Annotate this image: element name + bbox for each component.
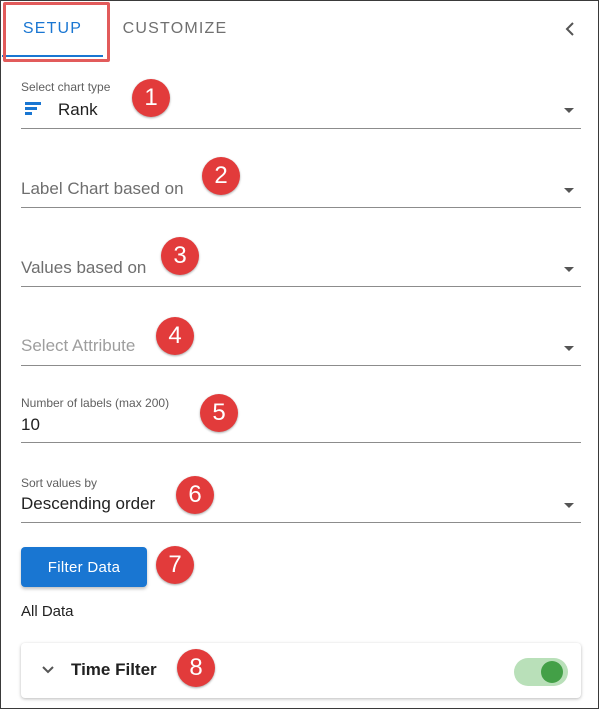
- active-tab-indicator: [2, 55, 103, 57]
- attribute-placeholder: Select Attribute: [21, 336, 136, 355]
- all-data-text: All Data: [21, 603, 74, 620]
- values-based-placeholder: Values based on: [21, 258, 147, 277]
- filter-data-label: Filter Data: [47, 558, 121, 576]
- step-badge-1: 1: [132, 79, 170, 117]
- number-of-labels-input[interactable]: Number of labels (max 200) 10: [21, 393, 581, 443]
- chevron-down-icon: [564, 346, 574, 351]
- filter-data-button[interactable]: Filter Data: [21, 547, 147, 587]
- step-badge-4: 4: [156, 317, 194, 355]
- time-filter-toggle[interactable]: [514, 657, 568, 687]
- chart-type-label: Select chart type: [21, 80, 111, 94]
- step-badge-3: 3: [161, 237, 199, 275]
- tab-customize-label: CUSTOMIZE: [122, 20, 228, 37]
- sort-values-label: Sort values by: [21, 476, 98, 490]
- collapse-panel-button[interactable]: [559, 16, 581, 42]
- chevron-down-icon[interactable]: [39, 661, 57, 679]
- chevron-down-icon: [564, 108, 574, 113]
- values-based-select[interactable]: Values based on: [21, 241, 581, 287]
- number-of-labels-label: Number of labels (max 200): [21, 396, 170, 410]
- label-chart-select[interactable]: Label Chart based on: [21, 161, 581, 208]
- chart-type-select[interactable]: Select chart type Rank: [21, 77, 581, 129]
- chevron-down-icon: [564, 267, 574, 272]
- tab-customize[interactable]: CUSTOMIZE: [113, 1, 237, 57]
- chart-type-value: Rank: [58, 100, 98, 119]
- sort-values-select[interactable]: Sort values by Descending order: [21, 473, 581, 523]
- time-filter-title: Time Filter: [71, 660, 157, 679]
- sort-values-value: Descending order: [21, 494, 156, 513]
- label-chart-placeholder: Label Chart based on: [21, 179, 184, 198]
- rank-bars-icon: [25, 102, 41, 115]
- chevron-down-icon: [564, 503, 574, 508]
- toggle-knob: [541, 661, 563, 683]
- tab-setup-label: SETUP: [22, 20, 83, 37]
- attribute-select[interactable]: Select Attribute: [21, 319, 581, 366]
- time-filter-panel[interactable]: Time Filter: [21, 643, 581, 698]
- step-badge-6: 6: [176, 476, 214, 514]
- chart-setup-panel: SETUP CUSTOMIZE Select chart type Rank L…: [0, 0, 599, 709]
- step-badge-7: 7: [156, 546, 194, 584]
- tab-setup[interactable]: SETUP: [2, 1, 103, 57]
- step-badge-8: 8: [177, 649, 215, 687]
- step-badge-5: 5: [200, 394, 238, 432]
- step-badge-2: 2: [202, 157, 240, 195]
- chevron-down-icon: [564, 188, 574, 193]
- number-of-labels-value: 10: [21, 415, 40, 434]
- chevron-left-icon: [565, 22, 574, 36]
